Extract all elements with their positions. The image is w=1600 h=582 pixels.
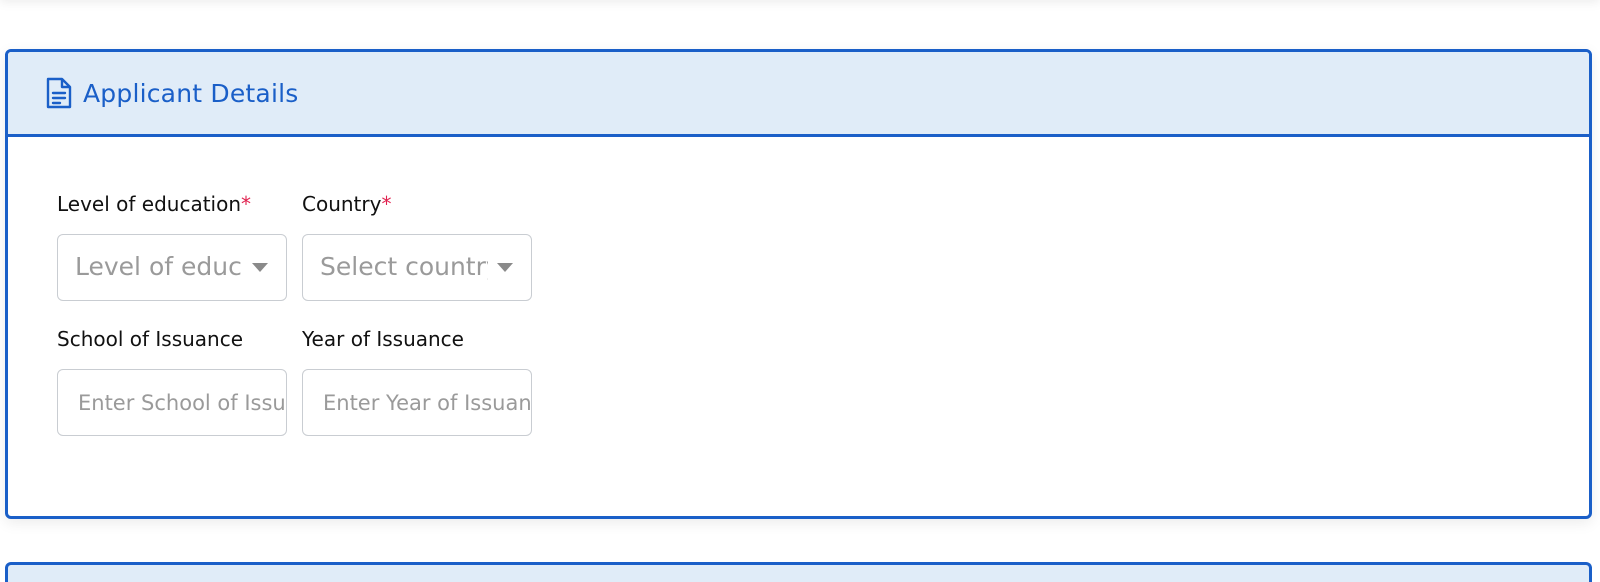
school-input[interactable] <box>58 370 286 435</box>
school-field: School of Issuance <box>57 325 287 436</box>
year-input-wrapper <box>302 369 532 436</box>
year-input[interactable] <box>303 370 531 435</box>
caret-down-icon <box>497 263 513 272</box>
required-marker: * <box>381 192 392 216</box>
country-label: Country* <box>302 192 392 216</box>
card-header: Applicant Details <box>8 52 1589 137</box>
year-label: Year of Issuance <box>302 327 464 351</box>
year-field: Year of Issuance <box>302 325 532 436</box>
country-field: Country* Select country <box>302 190 532 301</box>
school-label: School of Issuance <box>57 327 244 351</box>
education-label: Level of education* <box>57 192 252 216</box>
required-marker: * <box>241 192 252 216</box>
country-select[interactable]: Select country <box>302 234 532 301</box>
education-field: Level of education* Level of educa <box>57 190 287 301</box>
caret-down-icon <box>252 263 268 272</box>
country-select-placeholder: Select country <box>320 252 488 281</box>
education-select-placeholder: Level of educa <box>75 252 243 281</box>
card-title: Applicant Details <box>83 78 299 108</box>
next-card-edge <box>5 562 1592 582</box>
education-select[interactable]: Level of educa <box>57 234 287 301</box>
document-icon <box>45 77 73 109</box>
school-input-wrapper <box>57 369 287 436</box>
applicant-details-card: Applicant Details Level of education* Le… <box>5 49 1592 519</box>
